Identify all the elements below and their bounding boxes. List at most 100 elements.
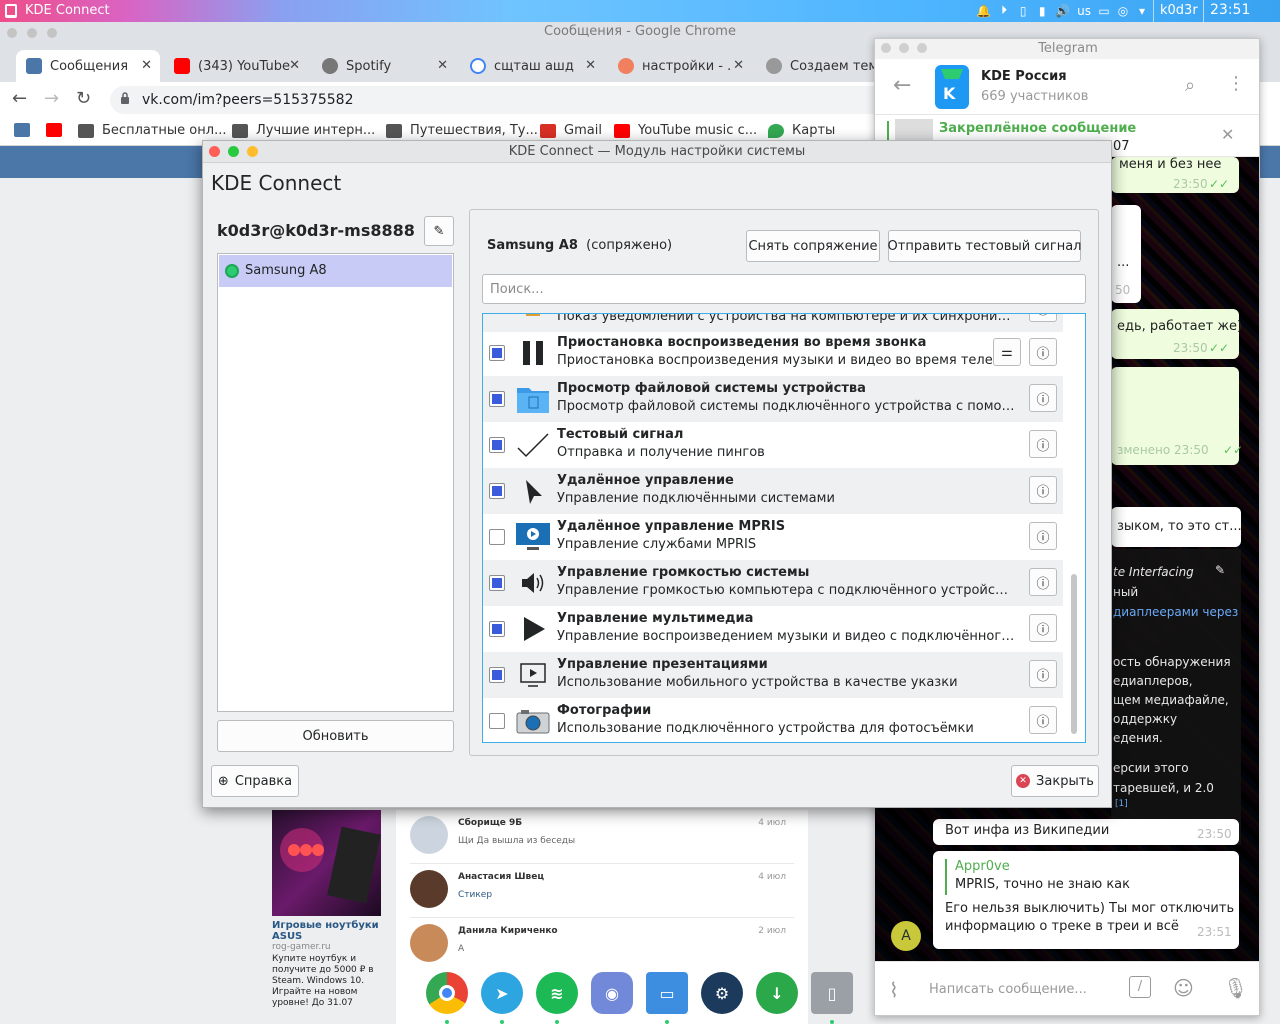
window-close-button[interactable] <box>881 43 891 53</box>
attach-paperclip-icon[interactable]: ⌇ <box>889 978 899 1002</box>
search-icon[interactable]: ⌕ <box>1185 75 1195 96</box>
message-bubble[interactable]: зыком, то это ст... <box>1111 507 1242 547</box>
plugin-row-multimedia[interactable]: Управление мультимедиа Управление воспро… <box>483 606 1063 652</box>
more-vertical-icon[interactable]: ⋮ <box>1227 73 1245 94</box>
notifications-icon[interactable]: 🔔 <box>976 4 991 18</box>
ad-title[interactable]: Игровые ноутбуки ASUS <box>272 920 384 942</box>
steam-dock-icon[interactable]: ⚙ <box>701 972 743 1014</box>
message-bubble[interactable]: едь, работает же) 23:50 ✓✓ <box>1111 309 1242 359</box>
back-arrow-icon[interactable]: ← <box>893 73 911 98</box>
window-close-button[interactable] <box>209 146 220 157</box>
plugin-list-scrollbar[interactable] <box>1071 574 1077 734</box>
discord-dock-icon[interactable]: ◉ <box>591 972 633 1014</box>
file-manager-dock-icon[interactable]: ▭ <box>646 972 688 1014</box>
tab-settings-ask[interactable]: настройки - ... ✕ <box>608 50 752 82</box>
plugin-about-button[interactable]: ⓘ <box>1029 384 1057 412</box>
plugin-enable-checkbox[interactable] <box>489 483 505 499</box>
panel-user[interactable]: k0d3r <box>1160 3 1198 18</box>
message-bubble[interactable]: ... 50 <box>1111 205 1141 303</box>
tab-close-icon[interactable]: ✕ <box>141 58 152 73</box>
window-maximize-button[interactable] <box>917 43 927 53</box>
plugin-enable-checkbox[interactable] <box>489 437 505 453</box>
plugin-about-button[interactable]: ⓘ <box>1029 338 1057 366</box>
tab-create-theme[interactable]: Создаем тем... <box>756 50 874 82</box>
plugin-enable-checkbox[interactable] <box>489 713 505 729</box>
reply-author[interactable]: Appr0ve <box>955 859 1010 874</box>
plugin-row-system-volume[interactable]: Управление громкостью системы Управление… <box>483 560 1063 606</box>
plugin-enable-checkbox[interactable] <box>489 667 505 683</box>
tab-youtube[interactable]: (343) YouTube ✕ <box>164 50 308 82</box>
rename-button[interactable]: ✎ <box>424 216 454 246</box>
device-item-samsung-a8[interactable]: Samsung A8 <box>219 255 452 287</box>
tab-close-icon[interactable]: ✕ <box>437 58 448 73</box>
plugin-enable-checkbox[interactable] <box>489 621 505 637</box>
bookmark-travel[interactable]: Путешествия, Ту... <box>386 123 538 138</box>
window-minimize-button[interactable] <box>899 43 909 53</box>
downloader-dock-icon[interactable]: ↓ <box>756 972 798 1014</box>
message-input[interactable]: Написать сообщение... <box>929 982 1087 997</box>
plugin-about-button[interactable]: ⓘ <box>1029 430 1057 458</box>
media-player-icon[interactable]: ⏵ <box>998 3 1010 18</box>
bot-command-icon[interactable]: / <box>1129 976 1151 998</box>
address-bar[interactable]: vk.com/im?peers=515375582 <box>110 86 890 114</box>
plugin-row-presenter[interactable]: Управление презентациями Использование м… <box>483 652 1063 698</box>
bookmark-vk[interactable] <box>14 123 38 137</box>
plugin-enable-checkbox[interactable] <box>489 345 505 361</box>
bookmark-gmail[interactable]: Gmail <box>540 123 602 138</box>
window-maximize-button[interactable] <box>228 146 239 157</box>
bookmark-free-online[interactable]: Бесплатные онл... <box>78 123 226 138</box>
dialog-row[interactable]: Данила Кириченко А 2 июл <box>396 918 808 972</box>
clipboard-icon[interactable]: ▯ <box>1017 4 1029 18</box>
battery-icon[interactable]: ▮ <box>1036 4 1048 18</box>
plugin-about-button[interactable]: ⓘ <box>1029 660 1057 688</box>
close-button[interactable]: ✕ Закрыть <box>1011 765 1099 797</box>
reply-message-bubble[interactable]: Appr0ve MPRIS, точно не знаю как Его нел… <box>933 851 1239 949</box>
kde-connect-app-icon[interactable] <box>4 3 18 19</box>
send-ping-button[interactable]: Отправить тестовый сигнал <box>888 230 1081 262</box>
help-button[interactable]: ⊕ Справка <box>211 765 299 797</box>
tab-close-icon[interactable]: ✕ <box>585 58 596 73</box>
message-bubble[interactable]: зменено 23:50 ✓✓ <box>1111 367 1243 465</box>
network-icon[interactable]: ◎ <box>1117 4 1129 18</box>
reload-icon[interactable]: ↻ <box>76 88 91 109</box>
tab-spotify[interactable]: Spotify ✕ <box>312 50 456 82</box>
ad-image[interactable] <box>272 810 381 916</box>
plugin-about-button[interactable]: ⓘ <box>1029 476 1057 504</box>
keyboard-layout[interactable]: us <box>1077 4 1091 18</box>
kde-russia-avatar[interactable]: K <box>935 65 969 109</box>
forward-arrow-icon[interactable]: → <box>44 88 59 109</box>
bookmark-best-internet[interactable]: Лучшие интерн... <box>232 123 375 138</box>
plugin-row-photo[interactable]: Фотографии Использование подключённого у… <box>483 698 1063 742</box>
wikipedia-preview[interactable]: te Interfacing ✎ ный диаплеерами через о… <box>1111 549 1241 845</box>
plugin-about-button[interactable]: ⓘ <box>1029 614 1057 642</box>
message-bubble[interactable]: меня и без нее 23:50 ✓✓ <box>1111 157 1239 193</box>
bookmark-youtube-music[interactable]: YouTube music c... <box>614 123 757 138</box>
window-minimize-button[interactable] <box>247 146 258 157</box>
edit-pencil-icon[interactable]: ✎ <box>1215 563 1225 577</box>
tab-close-icon[interactable]: ✕ <box>289 58 300 73</box>
wiki-ref[interactable]: [1] <box>1115 799 1128 809</box>
spotify-dock-icon[interactable]: ≋ <box>536 972 578 1014</box>
panel-clock[interactable]: 23:51 <box>1210 2 1250 18</box>
plugin-about-button[interactable]: ⓘ <box>1029 314 1057 322</box>
bookmark-youtube[interactable] <box>46 123 70 137</box>
message-bubble[interactable]: Вот инфа из Википедии 23:50 <box>933 819 1239 845</box>
kde-connect-dock-icon[interactable]: ▯ <box>811 972 853 1014</box>
plugin-row-remote-control[interactable]: Удалённое управление Управление подключё… <box>483 468 1063 514</box>
plugin-about-button[interactable]: ⓘ <box>1029 568 1057 596</box>
sender-avatar[interactable]: A <box>891 921 921 951</box>
chat-title[interactable]: KDE Россия <box>981 69 1067 84</box>
tab-close-icon[interactable]: ✕ <box>733 58 744 73</box>
wiki-link[interactable]: диаплеерами через <box>1113 605 1238 619</box>
tab-google-search[interactable]: сщташ ашд ✕ <box>460 50 604 82</box>
plugin-search-input[interactable]: Поиск... <box>482 274 1086 304</box>
vk-ad-block[interactable]: Игровые ноутбуки ASUS rog-gamer.ru Купит… <box>272 810 384 1009</box>
plugin-enable-checkbox[interactable] <box>489 575 505 591</box>
volume-icon[interactable]: 🔊 <box>1055 4 1070 18</box>
plugin-configure-button[interactable]: ⚌ <box>993 338 1021 366</box>
kde-connect-tray-icon[interactable]: ▭ <box>1098 4 1110 18</box>
close-icon[interactable]: ✕ <box>1221 125 1234 144</box>
telegram-dock-icon[interactable]: ➤ <box>481 972 523 1014</box>
active-app-title[interactable]: KDE Connect <box>25 3 110 18</box>
dialog-row[interactable]: Анастасия Швец Стикер 4 июл <box>396 864 808 918</box>
